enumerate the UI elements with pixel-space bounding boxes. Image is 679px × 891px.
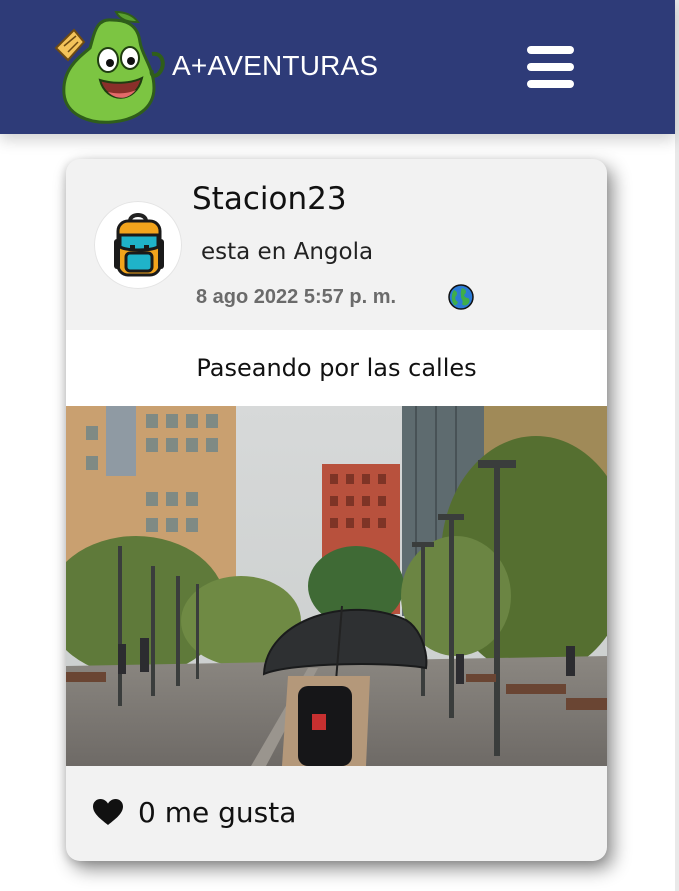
post-card: Stacion23 esta en Angola 8 ago 2022 5:57… [66, 159, 607, 861]
backpack-icon [114, 213, 164, 277]
hamburger-menu-button[interactable] [524, 44, 576, 90]
like-count-label: 0 me gusta [138, 796, 297, 829]
post-timestamp: 8 ago 2022 5:57 p. m. [196, 286, 397, 308]
post-username[interactable]: Stacion23 [192, 181, 347, 217]
menu-bar [527, 63, 574, 71]
post-location: esta en Angola [201, 239, 374, 265]
post-caption: Paseando por las calles [196, 354, 477, 382]
menu-bar [527, 80, 574, 88]
brand-title[interactable]: A+AVENTURAS [172, 50, 378, 82]
caption-bar: Paseando por las calles [66, 330, 607, 406]
app-header: A+AVENTURAS [0, 0, 675, 134]
scrollbar-gutter [675, 0, 679, 891]
green-pear-mascot-icon[interactable] [50, 8, 168, 128]
avatar[interactable] [94, 201, 182, 289]
heart-icon [93, 799, 123, 825]
post-photo[interactable] [66, 406, 607, 766]
menu-bar [527, 46, 574, 54]
globe-icon [448, 284, 474, 310]
